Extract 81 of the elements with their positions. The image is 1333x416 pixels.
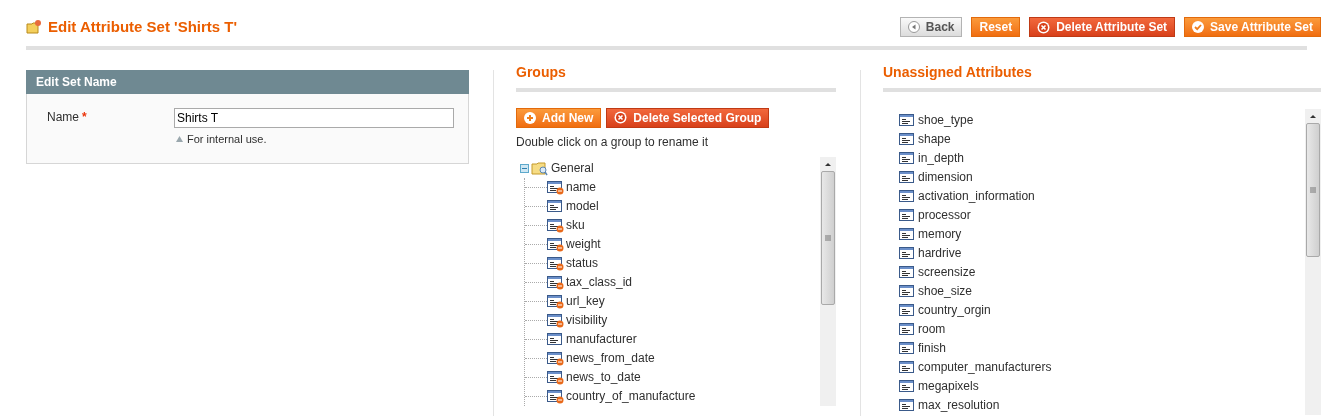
page-title: Edit Attribute Set 'Shirts T' — [48, 17, 238, 37]
group-node[interactable]: General — [551, 159, 594, 177]
note-arrow-icon — [176, 135, 183, 142]
attribute-icon — [899, 378, 916, 394]
attribute-icon — [899, 302, 916, 318]
attribute-icon — [547, 198, 564, 214]
system-attribute-icon — [547, 312, 564, 328]
scrollbar[interactable] — [820, 156, 836, 406]
attribute-node[interactable]: megapixels — [918, 377, 979, 395]
attribute-node[interactable]: dimension — [918, 168, 973, 186]
attribute-node[interactable]: processor — [918, 206, 971, 224]
section-header: Edit Set Name — [26, 69, 469, 94]
attribute-icon — [899, 283, 916, 299]
attribute-node[interactable]: sku — [566, 216, 585, 234]
plus-icon — [524, 111, 536, 124]
attribute-node[interactable]: country_orgin — [918, 301, 991, 319]
groups-heading: Groups — [516, 61, 836, 92]
field-label: Name — [47, 108, 79, 126]
system-attribute-icon — [547, 179, 564, 195]
delete-button[interactable]: Delete Attribute Set — [1029, 17, 1176, 38]
grip-icon — [1310, 186, 1316, 193]
attribute-node[interactable]: tax_class_id — [566, 273, 633, 291]
folder-icon — [26, 19, 42, 36]
attribute-node[interactable]: url_key — [566, 292, 605, 310]
name-field[interactable]: Shirts T — [174, 107, 454, 128]
check-icon — [1192, 21, 1205, 34]
attribute-node[interactable]: visibility — [566, 311, 608, 329]
attribute-icon — [899, 226, 916, 242]
attribute-node[interactable]: manufacturer — [566, 330, 637, 348]
attribute-icon — [899, 207, 916, 223]
attribute-icon — [899, 340, 916, 356]
unassigned-heading: Unassigned Attributes — [883, 61, 1321, 92]
attribute-node[interactable]: shoe_size — [918, 282, 973, 300]
field-note: For internal use. — [187, 131, 267, 147]
attribute-icon — [899, 264, 916, 280]
system-attribute-icon — [547, 236, 564, 252]
system-attribute-icon — [547, 293, 564, 309]
required-mark: * — [82, 108, 87, 126]
attribute-icon — [899, 321, 916, 337]
attribute-node[interactable]: country_of_manufacture — [566, 387, 696, 405]
attribute-node[interactable]: hardrive — [918, 244, 962, 262]
grip-icon — [825, 234, 831, 241]
attribute-node[interactable]: news_from_date — [566, 349, 655, 367]
attribute-icon — [899, 169, 916, 185]
attribute-node[interactable]: computer_manufacturers — [918, 358, 1052, 376]
attribute-node[interactable]: screensize — [918, 263, 976, 281]
attribute-icon — [899, 150, 916, 166]
attribute-icon — [899, 245, 916, 261]
attribute-icon — [547, 331, 564, 347]
system-attribute-icon — [547, 350, 564, 366]
attribute-node[interactable]: room — [918, 320, 946, 338]
attribute-icon — [899, 359, 916, 375]
attribute-icon — [899, 112, 916, 128]
attribute-node[interactable]: status — [566, 254, 598, 272]
attribute-node[interactable]: model — [566, 197, 599, 215]
attribute-node[interactable]: finish — [918, 339, 946, 357]
scrollbar[interactable] — [1305, 108, 1321, 415]
attribute-node[interactable]: weight — [566, 235, 601, 253]
attribute-node[interactable]: memory — [918, 225, 962, 243]
attribute-node[interactable]: shoe_type — [918, 111, 974, 129]
attribute-icon — [899, 131, 916, 147]
back-button[interactable]: Back — [899, 17, 963, 38]
folder-icon — [531, 160, 549, 176]
attribute-node[interactable]: shape — [918, 130, 951, 148]
system-attribute-icon — [547, 388, 564, 404]
attribute-node[interactable]: name — [566, 178, 597, 196]
system-attribute-icon — [547, 255, 564, 271]
close-icon — [614, 111, 628, 124]
attribute-node[interactable]: max_resolution — [918, 396, 1000, 414]
system-attribute-icon — [547, 369, 564, 385]
system-attribute-icon — [547, 217, 564, 233]
attribute-icon — [899, 397, 916, 413]
attribute-node[interactable]: in_depth — [918, 149, 965, 167]
delete-button[interactable]: Delete Selected Group — [606, 107, 770, 128]
attribute-node[interactable]: news_to_date — [566, 368, 641, 386]
collapse-icon[interactable] — [520, 163, 529, 173]
attribute-node[interactable]: activation_information — [918, 187, 1035, 205]
close-icon — [1037, 20, 1051, 34]
system-attribute-icon — [547, 274, 564, 290]
rename-hint: Double click on a group to rename it — [516, 133, 710, 151]
attribute-icon — [899, 188, 916, 204]
